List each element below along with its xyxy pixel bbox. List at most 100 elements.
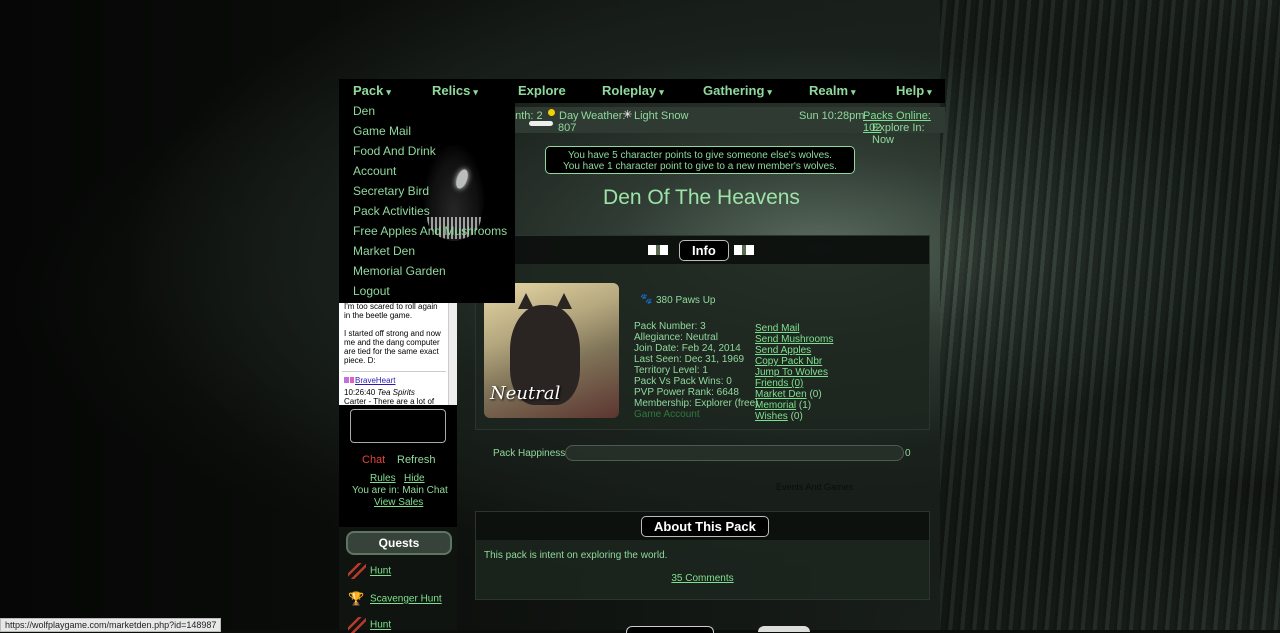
market-den-link[interactable]: Market Den — [755, 389, 807, 400]
day-text: Day — [559, 110, 579, 122]
stat-territory: Territory Level: 1 — [634, 365, 708, 376]
chat-timestamp: 10:26:40 — [344, 388, 376, 397]
pack-stats: Pack Number: 3 Allegiance: Neutral Join … — [634, 321, 758, 420]
chat-input[interactable] — [350, 409, 446, 443]
game-account-link[interactable]: Game Account — [634, 409, 758, 420]
chat-scrollbar[interactable] — [448, 303, 457, 405]
chevron-down-icon: ▾ — [767, 87, 772, 97]
flag-icon — [648, 245, 668, 255]
chevron-down-icon: ▾ — [927, 87, 932, 97]
info-bar: onth: 2 Day Weather: ✳ Light Snow 807 Su… — [509, 107, 945, 146]
pack-happiness-label: Pack Happiness — [493, 448, 566, 459]
chat-location: You are in: Main Chat — [352, 485, 448, 496]
weather-label: Weather: — [581, 110, 626, 122]
menu-item-memorial-garden[interactable]: Memorial Garden — [353, 264, 446, 278]
chevron-down-icon: ▾ — [851, 87, 856, 97]
nav-realm[interactable]: Realm ▾ — [809, 83, 856, 98]
wolf-ear — [518, 293, 534, 309]
grin-eye — [453, 167, 471, 191]
menu-item-market-den[interactable]: Market Den — [353, 244, 415, 258]
stat-last-seen: Last Seen: Dec 31, 1969 — [634, 354, 745, 365]
stat-pvp-rank: PVP Power Rank: 6648 — [634, 387, 739, 398]
wolf-ear — [556, 293, 572, 309]
memorial-link[interactable]: Memorial — [755, 400, 796, 411]
paws-up-count: 380 Paws Up — [656, 295, 716, 306]
menu-item-logout[interactable]: Logout — [353, 284, 390, 298]
nav-explore[interactable]: Explore — [518, 83, 566, 98]
trophy-icon: 🏆 — [348, 591, 365, 606]
nav-roleplay[interactable]: Roleplay ▾ — [602, 83, 664, 98]
hide-link[interactable]: Hide — [404, 473, 425, 484]
chat-username[interactable]: BraveHeart — [355, 376, 395, 385]
chevron-down-icon: ▾ — [386, 87, 391, 97]
stat-pvp-wins: Pack Vs Pack Wins: 0 — [634, 376, 732, 387]
page-title: Den Of The Heavens — [603, 186, 800, 209]
tab-info[interactable]: Info — [679, 240, 729, 261]
rules-link[interactable]: Rules — [370, 473, 396, 484]
friends-link[interactable]: Friends (0) — [755, 378, 803, 389]
background-streaks — [940, 0, 1280, 630]
about-text: This pack is intent on exploring the wor… — [484, 550, 668, 561]
view-sales-link[interactable]: View Sales — [374, 497, 423, 508]
send-mushrooms-link[interactable]: Send Mushrooms — [755, 334, 833, 345]
chat-room: Tea Spirits — [377, 388, 415, 397]
refresh-button[interactable]: Refresh — [397, 454, 436, 466]
chat-message: I'm too scared to roll again in the beet… — [344, 303, 438, 320]
bottom-tab[interactable] — [758, 626, 810, 632]
copy-pack-number-link[interactable]: Copy Pack Nbr — [755, 356, 822, 367]
send-mail-link[interactable]: Send Mail — [755, 323, 799, 334]
weather-text: Light Snow — [634, 110, 689, 122]
stat-join-date: Join Date: Feb 24, 2014 — [634, 343, 741, 354]
pack-dropdown-menu: Den Game Mail Food And Drink Account Sec… — [339, 103, 515, 303]
notice-line-2: You have 1 character point to give to a … — [563, 161, 837, 172]
menu-item-food-drink[interactable]: Food And Drink — [353, 144, 436, 158]
quests-header: Quests — [346, 531, 452, 555]
top-nav: Pack ▾ Relics ▾ Explore Roleplay ▾ Gatherin… — [339, 79, 945, 103]
stat-pack-number: Pack Number: 3 — [634, 321, 706, 332]
menu-item-pack-activities[interactable]: Pack Activities — [353, 204, 430, 218]
jump-to-wolves-link[interactable]: Jump To Wolves — [755, 367, 828, 378]
market-den-count: (0) — [806, 389, 822, 400]
claw-icon — [348, 563, 366, 579]
bones-count: 807 — [558, 122, 577, 134]
quest-scavenger-hunt-link[interactable]: Scavenger Hunt — [370, 594, 442, 605]
chat-log[interactable]: I'm too scared to roll again in the beet… — [339, 303, 457, 405]
quest-hunt-link[interactable]: Hunt — [370, 566, 391, 577]
badge-icon — [344, 377, 349, 383]
comments-link[interactable]: 35 Comments — [671, 573, 733, 584]
explore-status: Explore In: Now — [872, 122, 925, 146]
badge-icon — [350, 377, 354, 383]
send-apples-link[interactable]: Send Apples — [755, 345, 811, 356]
quest-hunt-link-2[interactable]: Hunt — [370, 620, 391, 631]
menu-item-free-apples[interactable]: Free Apples And Mushrooms — [353, 224, 507, 238]
memorial-count: (1) — [796, 400, 812, 411]
menu-item-den[interactable]: Den — [353, 104, 375, 118]
pack-action-links: Send Mail Send Mushrooms Send Apples Cop… — [755, 323, 833, 422]
chevron-down-icon: ▾ — [659, 87, 664, 97]
stat-membership: Membership: Explorer (free) — [634, 398, 759, 409]
snowflake-icon: ✳ — [623, 109, 633, 121]
nav-help[interactable]: Help ▾ — [896, 83, 932, 98]
chevron-down-icon: ▾ — [473, 87, 478, 97]
stat-allegiance: Allegiance: Neutral — [634, 332, 718, 343]
nav-gathering[interactable]: Gathering ▾ — [703, 83, 772, 98]
paw-icon: 🐾 — [640, 294, 653, 305]
chat-message: I started off strong and now me and the … — [344, 329, 441, 365]
character-points-notice: You have 5 character points to give some… — [545, 146, 855, 174]
menu-item-game-mail[interactable]: Game Mail — [353, 124, 411, 138]
nav-relics[interactable]: Relics ▾ — [432, 83, 478, 98]
nav-pack[interactable]: Pack ▾ — [353, 83, 391, 98]
bone-icon — [529, 121, 553, 126]
menu-item-secretary-bird[interactable]: Secretary Bird — [353, 184, 429, 198]
chat-divider — [342, 371, 446, 372]
menu-item-account[interactable]: Account — [353, 164, 396, 178]
chat-message: Carter - There are a lot of — [344, 397, 435, 405]
pack-happiness-bar — [565, 445, 904, 461]
events-games-tab[interactable]: Events And Games — [776, 482, 853, 492]
pack-portrait[interactable]: Neutral — [484, 283, 619, 418]
chat-button[interactable]: Chat — [362, 454, 385, 466]
wishes-link[interactable]: Wishes — [755, 411, 788, 422]
pack-happiness-value: 0 — [905, 448, 911, 459]
notice-line-1: You have 5 character points to give some… — [568, 150, 832, 161]
about-title: About This Pack — [641, 516, 769, 537]
